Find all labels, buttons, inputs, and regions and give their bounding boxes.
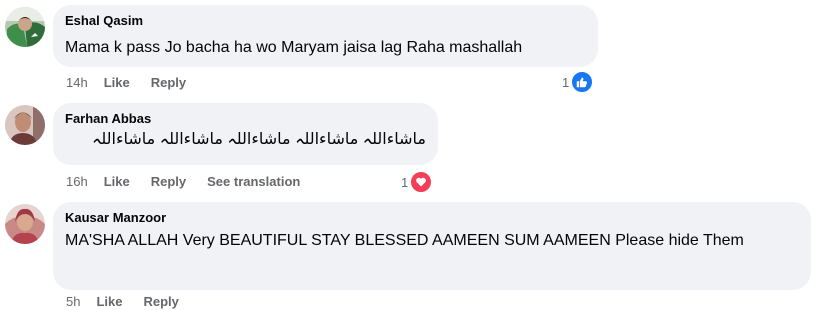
comment-item: Farhan Abbas ماشاءاللہ ماشاءاللہ ماشاءال… bbox=[0, 100, 830, 200]
comment-actions: 16h Like Reply See translation bbox=[66, 173, 321, 191]
comment-text: Mama k pass Jo bacha ha wo Maryam jaisa … bbox=[65, 39, 523, 56]
comment-actions: 5h Like Reply bbox=[66, 293, 200, 310]
avatar[interactable] bbox=[5, 105, 45, 145]
like-button[interactable]: Like bbox=[104, 173, 130, 191]
comment-bubble: Farhan Abbas ماشاءاللہ ماشاءاللہ ماشاءال… bbox=[53, 103, 438, 165]
avatar-image bbox=[5, 105, 45, 145]
comment-timestamp[interactable]: 5h bbox=[66, 293, 80, 310]
see-translation-button[interactable]: See translation bbox=[207, 173, 300, 191]
reply-button[interactable]: Reply bbox=[151, 173, 186, 191]
comment-item: Eshal Qasim Mama k pass Jo bacha ha wo M… bbox=[0, 0, 830, 100]
avatar-image bbox=[5, 204, 45, 244]
comment-bubble: Kausar Manzoor MA'SHA ALLAH Very BEAUTIF… bbox=[53, 202, 811, 290]
comment-timestamp[interactable]: 16h bbox=[66, 173, 88, 191]
reply-button[interactable]: Reply bbox=[143, 293, 178, 310]
love-icon bbox=[409, 170, 434, 194]
comment-actions: 14h Like Reply bbox=[66, 74, 207, 92]
reaction-count: 1 bbox=[562, 74, 570, 90]
reaction-summary[interactable]: 1 bbox=[562, 70, 595, 94]
like-button[interactable]: Like bbox=[104, 74, 130, 92]
comments-thread: Eshal Qasim Mama k pass Jo bacha ha wo M… bbox=[0, 0, 830, 310]
comment-timestamp[interactable]: 14h bbox=[66, 74, 88, 92]
avatar[interactable] bbox=[5, 204, 45, 244]
comment-text: MA'SHA ALLAH Very BEAUTIFUL STAY BLESSED… bbox=[65, 232, 744, 249]
comment-author[interactable]: Eshal Qasim bbox=[65, 13, 586, 29]
comment-author[interactable]: Farhan Abbas bbox=[65, 111, 426, 127]
reaction-count: 1 bbox=[401, 174, 409, 190]
comment-text: ماشاءاللہ ماشاءاللہ ماشاءاللہ ماشاءاللہ … bbox=[92, 131, 426, 148]
like-button[interactable]: Like bbox=[96, 293, 122, 310]
avatar-image bbox=[5, 7, 45, 47]
comment-bubble: Eshal Qasim Mama k pass Jo bacha ha wo M… bbox=[53, 5, 598, 67]
reply-button[interactable]: Reply bbox=[151, 74, 186, 92]
comment-author[interactable]: Kausar Manzoor bbox=[65, 210, 799, 226]
like-icon bbox=[570, 70, 595, 94]
comment-item: Kausar Manzoor MA'SHA ALLAH Very BEAUTIF… bbox=[0, 200, 830, 310]
reaction-summary[interactable]: 1 bbox=[401, 170, 434, 194]
avatar[interactable] bbox=[5, 7, 45, 47]
